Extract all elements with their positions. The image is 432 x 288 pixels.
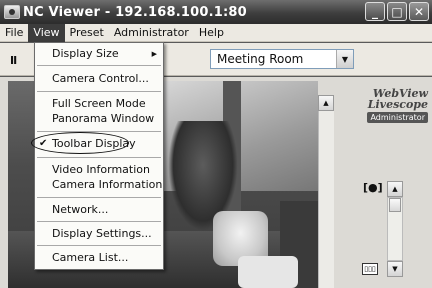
menu-item-full-screen[interactable]: Full Screen Mode [35,96,163,112]
menu-separator [37,91,161,92]
menu-separator [37,157,161,158]
menu-item-label: Display Size [52,47,119,60]
submenu-arrow-icon: ▶ [151,50,157,58]
maximize-button[interactable]: □ [387,2,407,21]
zoom-up-arrow-icon[interactable]: ▲ [387,181,403,197]
camera-app-icon [4,5,20,19]
menu-item-panorama-window[interactable]: Panorama Window [35,111,163,127]
menu-item-camera-control[interactable]: Camera Control... [35,71,163,87]
tilt-scrollbar[interactable] [318,111,334,288]
menu-preset[interactable]: Preset [65,24,109,42]
menu-bar: File View Preset Administrator Help [0,23,432,42]
window-controls: _ □ ✕ [365,2,429,21]
zoom-slider[interactable] [387,197,403,261]
zoom-slider-thumb[interactable] [389,198,401,212]
zoom-down-arrow-icon[interactable]: ▼ [387,261,403,277]
menu-item-display-settings[interactable]: Display Settings... [35,226,163,242]
minimize-button[interactable]: _ [365,2,385,21]
menu-separator [37,221,161,222]
menu-item-label: Toolbar Display [52,137,136,150]
menu-separator [37,131,161,132]
menu-item-toolbar-display[interactable]: ✔ Toolbar Display [35,136,163,152]
menu-separator [37,197,161,198]
zoom-wide-icon: ▯▯▯ [362,263,378,275]
menu-separator [37,245,161,246]
window-title: NC Viewer - 192.168.100.1:80 [23,4,247,20]
menu-item-display-size[interactable]: Display Size ▶ [35,46,163,62]
tilt-up-arrow-icon[interactable]: ▲ [318,95,334,111]
brand-logo: WebView Livescope Administrator [340,88,428,123]
administrator-badge: Administrator [367,112,428,123]
menu-administrator[interactable]: Administrator [109,24,194,42]
preset-select[interactable]: Meeting Room ▼ [210,49,354,69]
title-bar: NC Viewer - 192.168.100.1:80 _ □ ✕ [0,0,432,24]
menu-item-camera-information[interactable]: Camera Information [35,177,163,193]
menu-item-network[interactable]: Network... [35,202,163,218]
menu-help[interactable]: Help [194,24,229,42]
menu-view[interactable]: View [28,23,65,42]
view-menu-dropdown: Display Size ▶ Camera Control... Full Sc… [34,42,164,270]
menu-separator [37,65,161,66]
check-icon: ✔ [39,138,48,149]
menu-file[interactable]: File [0,24,28,42]
menu-item-video-information[interactable]: Video Information [35,162,163,178]
menu-item-camera-list[interactable]: Camera List... [35,250,163,266]
close-button[interactable]: ✕ [409,2,429,21]
brand-line2: Livescope [367,98,428,111]
video-scene-chair-seat [238,256,298,288]
preset-select-value: Meeting Room [217,52,304,66]
pause-button[interactable]: II [10,54,17,67]
chevron-down-icon[interactable]: ▼ [336,50,353,68]
zoom-tele-icon: [●] [363,181,383,194]
